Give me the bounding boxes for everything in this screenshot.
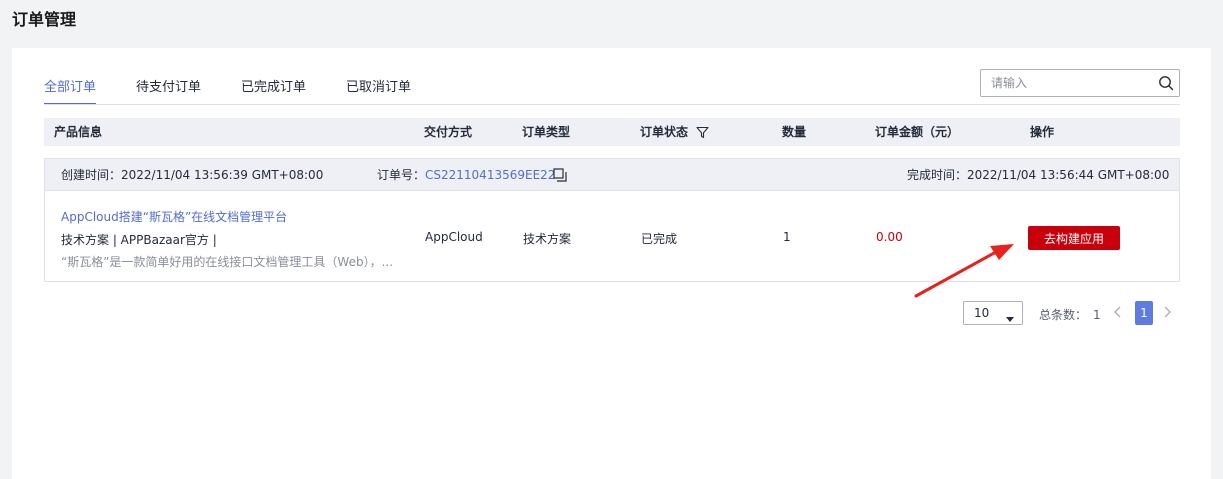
col-order-type: 订单类型 <box>522 125 571 139</box>
delivery-method: AppCloud <box>425 230 483 244</box>
tab-completed[interactable]: 已完成订单 <box>241 68 306 104</box>
order-header: 创建时间：2022/11/04 13:56:39 GMT+08:00 订单号：C… <box>45 159 1179 191</box>
chevron-left-icon[interactable] <box>1113 305 1123 322</box>
search-box <box>980 69 1180 97</box>
caret-down-icon <box>1006 311 1014 325</box>
order-quantity: 1 <box>783 230 791 244</box>
completed-time: 完成时间：2022/11/04 13:56:44 GMT+08:00 <box>907 159 1169 191</box>
created-time: 创建时间：2022/11/04 13:56:39 GMT+08:00 <box>61 159 323 191</box>
col-delivery: 交付方式 <box>424 125 473 139</box>
page-button-current[interactable]: 1 <box>1135 301 1153 325</box>
table-header: 产品信息 交付方式 订单类型 订单状态 数量 订单金额（元） 操作 <box>44 118 1180 146</box>
created-time-label: 创建时间： <box>61 168 122 182</box>
product-meta: 技术方案 | APPBazaar官方 | <box>61 233 217 247</box>
col-amount: 订单金额（元） <box>875 125 960 139</box>
col-product-info: 产品信息 <box>54 125 103 139</box>
copy-icon[interactable] <box>553 168 567 185</box>
filter-icon[interactable] <box>696 126 709 139</box>
completed-time-label: 完成时间： <box>907 168 968 182</box>
order-status: 已完成 <box>641 232 678 246</box>
order-tabs: 全部订单 待支付订单 已完成订单 已取消订单 <box>44 68 451 105</box>
build-app-button[interactable]: 去构建应用 <box>1028 226 1120 250</box>
product-description: “斯瓦格”是一款简单好用的在线接口文档管理工具（Web），... <box>61 255 394 269</box>
search-icon[interactable] <box>1153 70 1179 96</box>
order-number-link[interactable]: CS22110413569EE22 <box>425 168 555 182</box>
product-title-link[interactable]: AppCloud搭建“斯瓦格”在线文档管理平台 <box>61 208 287 225</box>
search-input[interactable] <box>981 70 1153 96</box>
col-actions: 操作 <box>1030 125 1055 139</box>
chevron-right-icon[interactable] <box>1162 305 1172 322</box>
total-count: 总条数： 1 <box>1039 306 1101 323</box>
orders-card: 全部订单 待支付订单 已完成订单 已取消订单 产品信息 交付方式 订单类型 订单… <box>12 48 1211 479</box>
total-count-value: 1 <box>1093 308 1101 322</box>
created-time-value: 2022/11/04 13:56:39 GMT+08:00 <box>121 168 324 182</box>
tabs-divider <box>44 104 1180 105</box>
tab-pending-payment[interactable]: 待支付订单 <box>136 68 201 104</box>
col-quantity: 数量 <box>782 125 807 139</box>
order-amount: 0.00 <box>876 230 903 244</box>
order-type: 技术方案 <box>523 232 572 246</box>
completed-time-value: 2022/11/04 13:56:44 GMT+08:00 <box>967 168 1170 182</box>
order-number: 订单号：CS22110413569EE22 <box>377 159 555 191</box>
order-item: 创建时间：2022/11/04 13:56:39 GMT+08:00 订单号：C… <box>44 158 1180 282</box>
tab-all-orders[interactable]: 全部订单 <box>44 68 97 105</box>
page-size-select[interactable]: 10 <box>963 301 1023 325</box>
tab-cancelled[interactable]: 已取消订单 <box>346 68 411 104</box>
page-size-value: 10 <box>974 306 990 320</box>
order-number-label: 订单号： <box>377 168 426 182</box>
page-title: 订单管理 <box>12 10 77 29</box>
total-count-label: 总条数： <box>1039 308 1088 322</box>
col-order-status-label: 订单状态 <box>640 125 689 139</box>
col-order-status: 订单状态 <box>640 118 709 146</box>
order-body: AppCloud搭建“斯瓦格”在线文档管理平台 技术方案 | APPBazaar… <box>45 191 1179 281</box>
